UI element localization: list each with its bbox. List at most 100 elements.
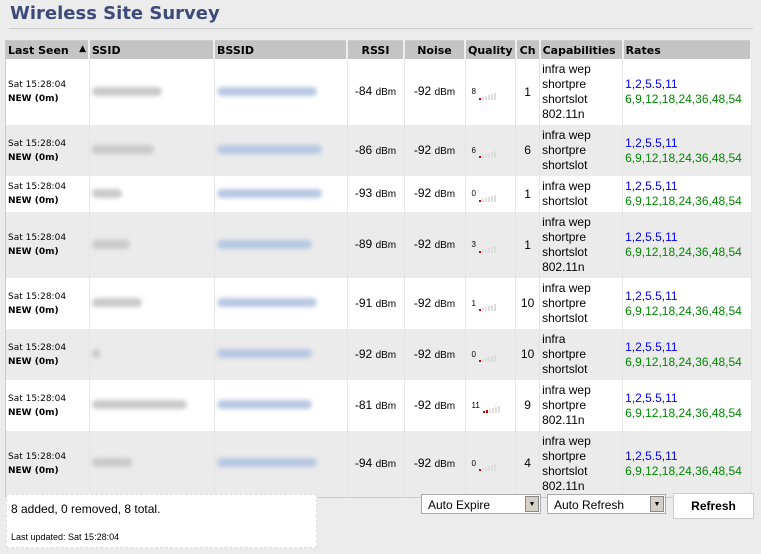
signal-bar [490, 356, 493, 363]
signal-bar [481, 96, 484, 100]
signal-bar [481, 155, 484, 159]
signal-bar [478, 309, 481, 312]
noise-value: -92 [413, 346, 432, 361]
extended-rates: 6,9,12,18,24,36,48,54 [625, 303, 742, 318]
col-bssid[interactable]: BSSID [214, 40, 348, 59]
col-rssi[interactable]: RSSI [347, 40, 405, 59]
rssi-value: -94 [354, 455, 373, 470]
extended-rates: 6,9,12,18,24,36,48,54 [625, 92, 742, 106]
signal-bar [490, 305, 493, 312]
capability: shortslot [542, 362, 588, 376]
last-updated: Last updated: Sat 15:28:04 [11, 532, 120, 542]
signal-bar [491, 408, 494, 414]
table-row: Sat 15:28:04 NEW (0m) -86 dBm -92 dBm 6 6 infr… [5, 125, 752, 176]
signal-bar [490, 93, 493, 100]
signal-bar [487, 247, 490, 253]
signal-bar [478, 469, 481, 472]
bssid-link-redacted[interactable] [216, 458, 317, 468]
signal-bar [494, 407, 497, 414]
channel: 1 [515, 212, 541, 278]
unit: dBm [375, 458, 397, 470]
basic-rates: 1,2,5.5,11 [625, 179, 678, 193]
signal-bar [484, 307, 487, 312]
signal-bar [481, 359, 484, 363]
auto-expire-select[interactable]: Auto Expire ▼ [421, 494, 541, 514]
seen-time: Sat 15:28:04 [8, 451, 67, 462]
capability: infra wep [542, 433, 591, 448]
signal-bar [490, 246, 493, 253]
ssid-redacted [91, 458, 132, 468]
bssid-link-redacted[interactable] [216, 188, 322, 198]
rssi-value: -91 [354, 295, 373, 310]
col-quality[interactable]: Quality [465, 40, 517, 59]
status-panel: 8 added, 0 removed, 8 total. Last update… [6, 494, 317, 548]
signal-bar [493, 464, 496, 472]
quality-value: 1 [471, 298, 476, 308]
capability: shortpre [542, 77, 587, 91]
bssid-link-redacted[interactable] [216, 145, 322, 154]
extended-rates: 6,9,12,18,24,36,48,54 [625, 194, 742, 208]
table-row: Sat 15:28:04 NEW (0m) -93 dBm -92 dBm 0 1 infr… [5, 176, 752, 212]
seen-time: Sat 15:28:04 [8, 291, 67, 302]
extended-rates: 6,9,12,18,24,36,48,54 [625, 463, 742, 478]
signal-bar [478, 250, 481, 253]
signal-bar [481, 468, 484, 472]
col-ssid[interactable]: SSID [89, 40, 215, 59]
quality-value: 11 [471, 400, 480, 410]
bssid-link-redacted[interactable] [216, 349, 312, 358]
ssid-redacted [91, 400, 187, 409]
bssid-link-redacted[interactable] [216, 239, 312, 249]
unit: dBm [434, 87, 456, 98]
capability: shortslot [542, 158, 588, 172]
unit: dBm [434, 145, 456, 157]
signal-bar [484, 95, 487, 100]
survey-table: Last Seen ▲ SSID BSSID RSSI Noise Quality… [5, 40, 753, 498]
unit: dBm [375, 145, 397, 157]
signal-bar [485, 410, 488, 414]
signal-bar [493, 92, 496, 100]
quality-value: 0 [471, 459, 476, 469]
unit: dBm [434, 240, 456, 251]
signal-bar [493, 151, 496, 159]
bssid-link-redacted[interactable] [216, 86, 317, 96]
seen-time: Sat 15:28:04 [8, 138, 67, 149]
refresh-button[interactable]: Refresh [673, 493, 754, 519]
bssid-link-redacted[interactable] [216, 298, 317, 307]
col-noise[interactable]: Noise [404, 40, 466, 59]
bssid-link-redacted[interactable] [216, 400, 312, 409]
col-rates[interactable]: Rates [622, 40, 753, 59]
capability: shortpre [542, 230, 587, 244]
capability: shortpre [542, 143, 587, 157]
col-label: Last Seen [8, 43, 69, 57]
basic-rates: 1,2,5.5,11 [625, 339, 678, 354]
rssi-value: -89 [354, 237, 373, 251]
auto-expire-value: Auto Expire [428, 498, 491, 512]
signal-bar [488, 409, 491, 414]
signal-bar [490, 152, 493, 159]
col-channel[interactable]: Ch [515, 40, 541, 59]
unit: dBm [434, 298, 456, 310]
basic-rates: 1,2,5.5,11 [625, 77, 678, 91]
noise-value: -92 [413, 84, 432, 98]
noise-value: -92 [413, 142, 432, 157]
channel: 4 [515, 431, 541, 497]
signal-bar [484, 248, 487, 253]
capability: infra wep [542, 383, 591, 397]
table-row: Sat 15:28:04 NEW (0m) -91 dBm -92 dBm 1 10 inf… [5, 278, 752, 329]
capability: shortslot [542, 194, 588, 208]
signal-bars-icon [478, 347, 497, 363]
col-capabilities[interactable]: Capabilities [539, 40, 624, 59]
auto-refresh-select[interactable]: Auto Refresh ▼ [547, 494, 666, 514]
signal-bar [493, 304, 496, 312]
seen-status: NEW (0m) [8, 94, 59, 104]
quality-value: 0 [471, 349, 476, 359]
col-last-seen[interactable]: Last Seen ▲ [5, 40, 90, 59]
ssid-redacted [91, 349, 100, 358]
table-row: Sat 15:28:04 NEW (0m) -84 dBm -92 dBm 8 1 infr… [5, 59, 752, 125]
unit: dBm [375, 189, 397, 200]
signal-bar [481, 198, 484, 202]
capability: shortslot [542, 245, 588, 259]
basic-rates: 1,2,5.5,11 [625, 230, 678, 244]
signal-bars-icon [478, 143, 497, 159]
extended-rates: 6,9,12,18,24,36,48,54 [625, 150, 742, 165]
